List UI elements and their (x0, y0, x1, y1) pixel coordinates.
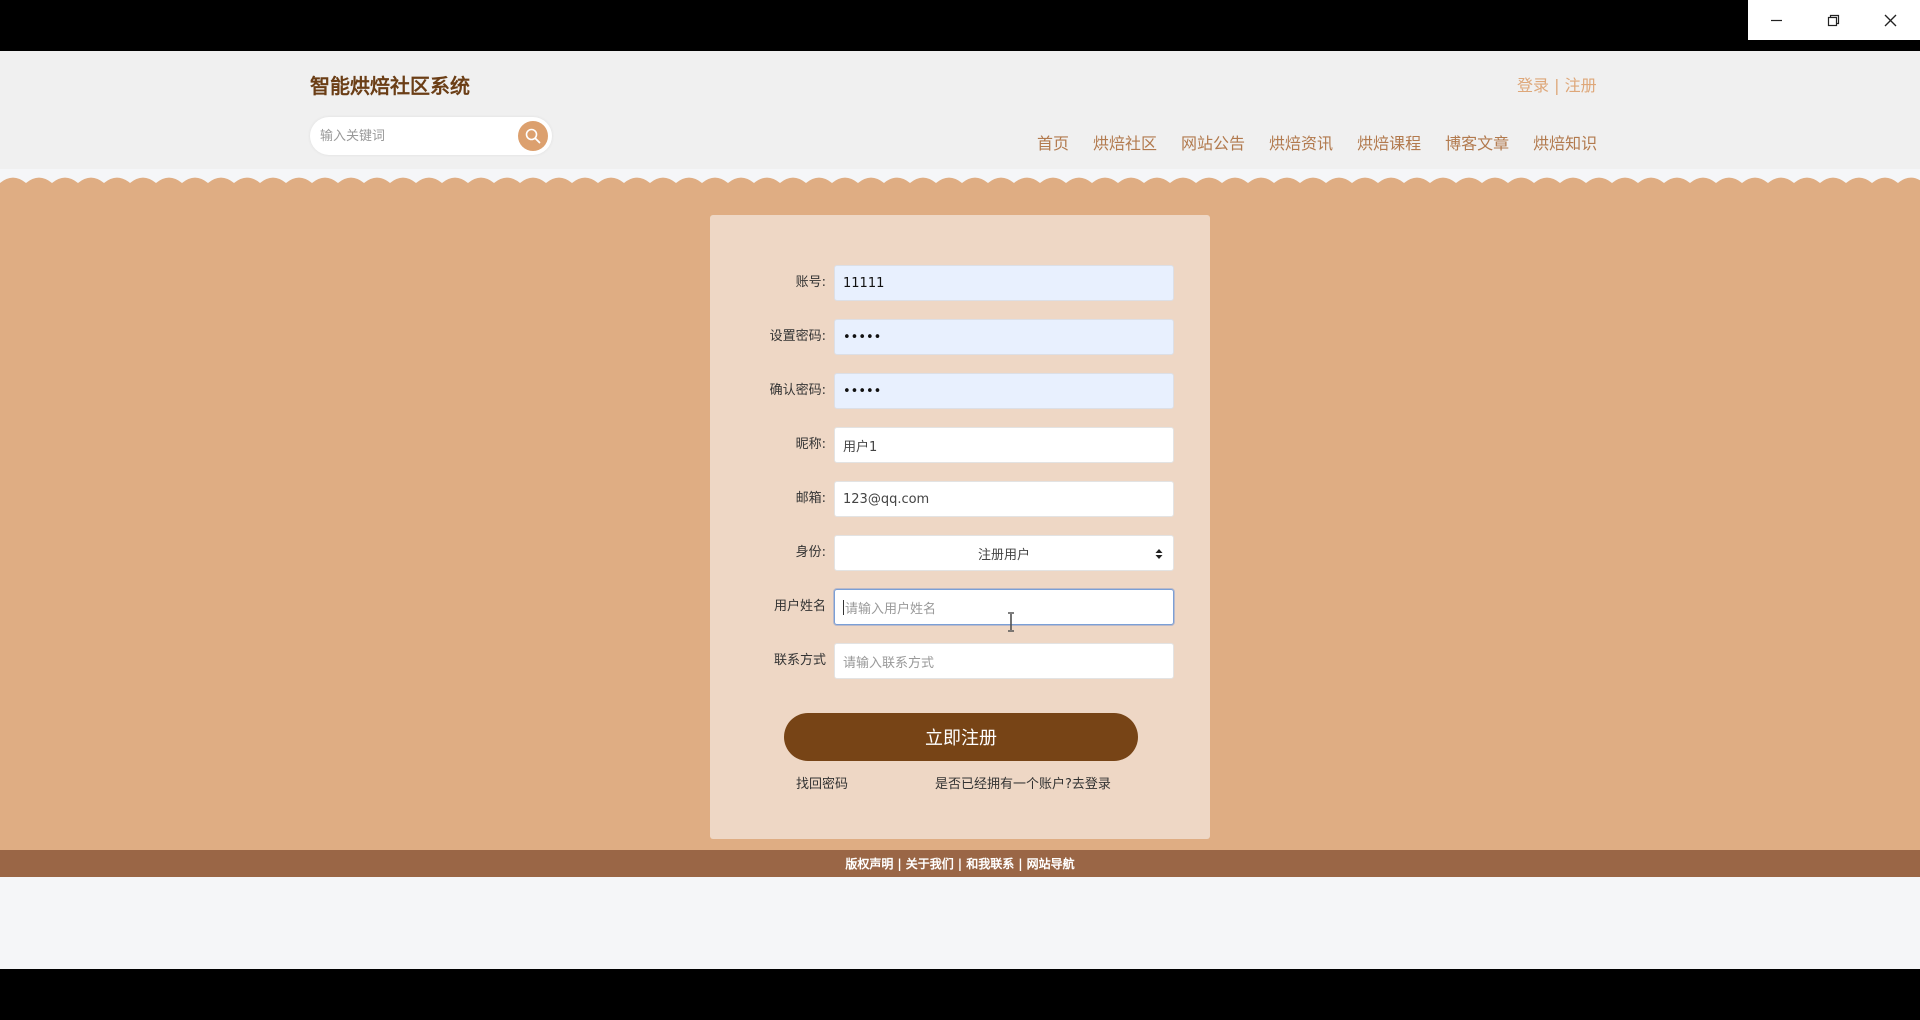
main-nav: 首页 烘焙社区 网站公告 烘焙资讯 烘焙课程 博客文章 烘焙知识 (1037, 130, 1621, 154)
nav-blog[interactable]: 博客文章 (1445, 130, 1509, 154)
email-label: 邮箱: (795, 491, 826, 506)
account-row: 账号: 11111 (710, 265, 1210, 301)
go-login-link[interactable]: 是否已经拥有一个账户?去登录 (935, 773, 1111, 792)
role-label: 身份: (795, 545, 826, 560)
site-footer: 版权声明 | 关于我们 | 和我联系 | 网站导航 (0, 850, 1920, 877)
password-row: 设置密码: ••••• (710, 319, 1210, 355)
close-button[interactable] (1862, 0, 1919, 40)
restore-button[interactable] (1805, 0, 1862, 40)
footer-link-contact[interactable]: 和我联系 (966, 855, 1014, 872)
realname-input[interactable]: 请输入用户姓名 (834, 589, 1174, 625)
window-bottom-bar (0, 969, 1920, 1020)
nickname-input[interactable]: 用户1 (834, 427, 1174, 463)
register-card: 账号: 11111 设置密码: ••••• 确认密码: ••••• 昵称: 用户… (710, 215, 1210, 839)
window-controls (1748, 0, 1920, 40)
search-button[interactable] (518, 121, 548, 151)
search-box (310, 117, 552, 155)
minimize-icon (1771, 19, 1782, 21)
nav-knowledge[interactable]: 烘焙知识 (1533, 130, 1597, 154)
footer-separator: | (897, 856, 902, 871)
nav-community[interactable]: 烘焙社区 (1093, 130, 1157, 154)
realname-label: 用户姓名 (773, 599, 826, 614)
confirm-password-input[interactable]: ••••• (834, 373, 1174, 409)
card-links: 找回密码 是否已经拥有一个账户?去登录 (710, 773, 1210, 793)
confirm-password-row: 确认密码: ••••• (710, 373, 1210, 409)
contact-row: 联系方式 请输入联系方式 (710, 643, 1210, 679)
search-icon (525, 128, 541, 144)
email-input[interactable]: 123@qq.com (834, 481, 1174, 517)
select-arrows-icon (1155, 549, 1163, 559)
register-link[interactable]: 注册 (1565, 76, 1597, 95)
footer-link-sitemap[interactable]: 网站导航 (1027, 855, 1075, 872)
footer-link-about[interactable]: 关于我们 (906, 855, 954, 872)
realname-placeholder: 请输入用户姓名 (845, 601, 937, 617)
account-input[interactable]: 11111 (834, 265, 1174, 301)
password-label: 设置密码: (769, 329, 826, 344)
email-row: 邮箱: 123@qq.com (710, 481, 1210, 517)
nav-news[interactable]: 烘焙资讯 (1269, 130, 1333, 154)
auth-separator: | (1549, 76, 1565, 95)
find-password-link[interactable]: 找回密码 (796, 773, 848, 792)
browser-viewport: 智能烘焙社区系统 登录 | 注册 首页 烘焙社区 网站公告 烘焙资讯 烘焙课程 … (0, 51, 1920, 969)
restore-icon (1827, 14, 1840, 26)
footer-separator: | (957, 856, 963, 871)
password-input[interactable]: ••••• (834, 319, 1174, 355)
nickname-row: 昵称: 用户1 (710, 427, 1210, 463)
nav-announcements[interactable]: 网站公告 (1181, 130, 1245, 154)
role-select-value: 注册用户 (977, 547, 1030, 563)
confirm-password-label: 确认密码: (769, 383, 826, 398)
wave-divider (0, 177, 1920, 193)
account-label: 账号: (795, 275, 826, 290)
nav-home[interactable]: 首页 (1037, 130, 1069, 154)
text-caret (843, 599, 844, 615)
realname-row: 用户姓名 请输入用户姓名 (710, 589, 1210, 625)
auth-links: 登录 | 注册 (1517, 72, 1597, 96)
role-row: 身份: 注册用户 (710, 535, 1210, 571)
window-titlebar (0, 0, 1920, 51)
contact-placeholder: 请输入联系方式 (843, 655, 935, 671)
footer-separator: | (1018, 856, 1023, 871)
nav-courses[interactable]: 烘焙课程 (1357, 130, 1421, 154)
contact-label: 联系方式 (773, 653, 826, 668)
site-header: 智能烘焙社区系统 登录 | 注册 首页 烘焙社区 网站公告 烘焙资讯 烘焙课程 … (0, 51, 1920, 169)
nickname-label: 昵称: (795, 437, 826, 452)
login-link[interactable]: 登录 (1517, 76, 1549, 95)
minimize-button[interactable] (1748, 0, 1805, 40)
register-submit-button[interactable]: 立即注册 (784, 713, 1138, 761)
role-select[interactable]: 注册用户 (834, 535, 1174, 571)
search-input[interactable] (320, 126, 510, 146)
text-cursor-icon (1008, 612, 1014, 632)
contact-input[interactable]: 请输入联系方式 (834, 643, 1174, 679)
close-icon (1884, 14, 1897, 26)
footer-link-copyright[interactable]: 版权声明 (845, 855, 893, 872)
site-brand[interactable]: 智能烘焙社区系统 (310, 70, 470, 99)
